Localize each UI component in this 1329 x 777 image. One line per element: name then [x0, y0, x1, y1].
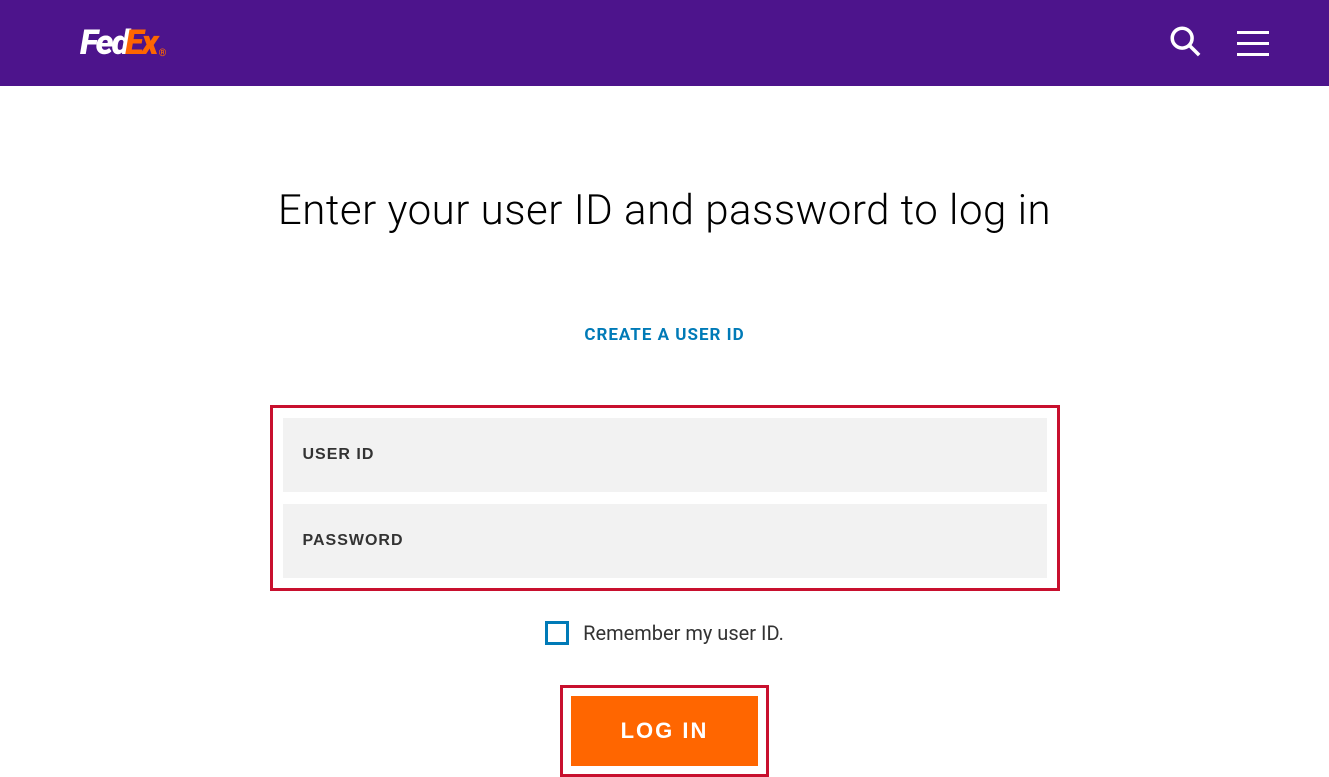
logo-ex-text: Ex	[125, 23, 156, 63]
login-button-highlight: LOG IN	[560, 685, 770, 777]
login-button[interactable]: LOG IN	[571, 696, 759, 766]
login-form-highlight	[270, 405, 1060, 591]
header: Fed Ex ®	[0, 0, 1329, 86]
menu-icon[interactable]	[1237, 31, 1269, 56]
main-content: Enter your user ID and password to log i…	[0, 86, 1329, 777]
remember-row: Remember my user ID.	[545, 621, 784, 645]
create-user-id-link[interactable]: CREATE A USER ID	[584, 325, 744, 345]
fedex-logo[interactable]: Fed Ex ®	[80, 23, 165, 63]
header-actions	[1168, 24, 1269, 62]
remember-label: Remember my user ID.	[583, 621, 784, 645]
search-icon[interactable]	[1168, 24, 1202, 62]
logo-fed-text: Fed	[80, 23, 128, 63]
password-input[interactable]	[283, 504, 1047, 578]
page-title: Enter your user ID and password to log i…	[278, 186, 1051, 235]
remember-checkbox[interactable]	[545, 621, 569, 645]
logo-registered: ®	[159, 48, 165, 59]
user-id-input[interactable]	[283, 418, 1047, 492]
